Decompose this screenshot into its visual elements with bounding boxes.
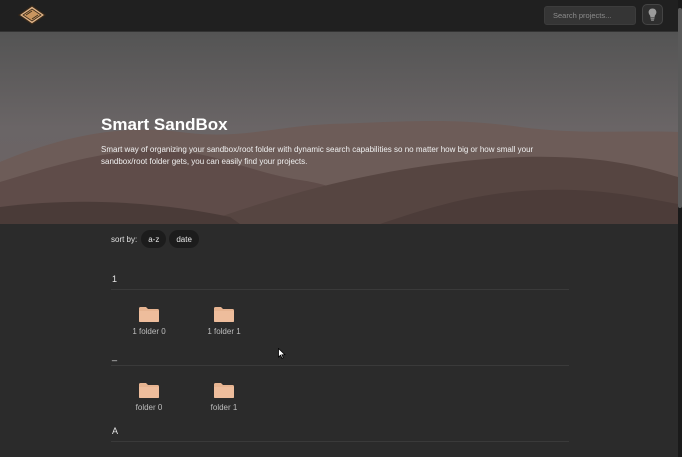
hero-description: Smart way of organizing your sandbox/roo…	[101, 145, 534, 166]
group-divider	[111, 289, 569, 290]
search-input[interactable]	[544, 6, 636, 25]
folder-icon	[139, 383, 159, 398]
folder-icon	[214, 383, 234, 398]
group-header: 1	[112, 274, 118, 284]
folder-item[interactable]: folder 1	[194, 382, 254, 412]
page-scrollbar[interactable]	[678, 0, 682, 457]
folder-item[interactable]: 1 folder 0	[119, 306, 179, 336]
folder-label: folder 0	[135, 403, 163, 412]
sort-az-button[interactable]: a-z	[141, 230, 167, 248]
folder-icon	[214, 307, 234, 322]
folder-label: 1 folder 0	[132, 327, 166, 336]
scrollbar-thumb[interactable]	[678, 8, 682, 208]
sort-label: sort by:	[111, 234, 138, 244]
mouse-cursor-icon	[278, 348, 286, 359]
sort-bar: sort by: a-z date	[111, 230, 202, 248]
page-title: Smart SandBox	[101, 115, 228, 134]
group-header: A	[112, 426, 119, 436]
sandbox-logo-icon[interactable]	[18, 5, 46, 25]
sort-date-button[interactable]: date	[169, 230, 199, 248]
folder-item[interactable]: folder 0	[119, 382, 179, 412]
folder-label: 1 folder 1	[207, 327, 241, 336]
folder-item[interactable]: 1 folder 1	[194, 306, 254, 336]
group-divider	[111, 441, 569, 442]
folder-label: folder 1	[210, 403, 238, 412]
group-divider	[111, 365, 569, 366]
hero-banner: Smart SandBox Smart way of organizing yo…	[0, 32, 678, 224]
folder-icon	[139, 307, 159, 322]
top-navbar	[0, 0, 682, 32]
lightbulb-icon	[648, 8, 657, 21]
group-header: _	[112, 351, 118, 361]
theme-toggle-button[interactable]	[642, 4, 663, 25]
